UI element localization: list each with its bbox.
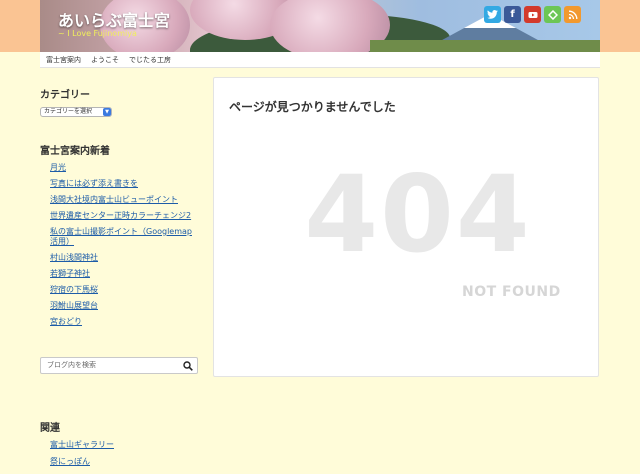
site-subtitle: ~ I Love Fujinomiya [58,29,137,38]
twitter-icon[interactable] [484,6,501,23]
category-heading: カテゴリー [40,90,90,101]
related-link[interactable]: 祭にっぽん [50,457,90,466]
recent-posts-list: 月光 写真には必ず添え書きを 浅間大社境内富士山ビューポイント 世界遺産センター… [50,163,200,333]
search-placeholder: ブログ内を検索 [47,361,96,369]
post-link[interactable]: 私の富士山撮影ポイント（Googlemap 活用） [50,227,192,246]
post-link[interactable]: 世界遺産センター正時カラーチェンジ2 [50,211,191,220]
list-item: 羽鮒山展望台 [50,301,200,311]
list-item: 世界遺産センター正時カラーチェンジ2 [50,211,200,221]
list-item: 写真には必ず添え書きを [50,179,200,189]
post-link[interactable]: 村山浅間神社 [50,253,98,262]
main-content: ページが見つかりませんでした 404 NOT FOUND [213,77,599,377]
field-graphic [370,40,600,52]
main-nav: 富士宮案内 ようこそ でじたる工房 [40,52,600,68]
facebook-icon[interactable]: f [504,6,521,23]
youtube-icon[interactable] [524,6,541,23]
list-item: 私の富士山撮影ポイント（Googlemap 活用） [50,227,200,247]
feedly-icon[interactable] [544,6,561,23]
category-select[interactable]: カテゴリーを選択 ▼ [40,107,112,117]
chevron-down-icon: ▼ [103,108,111,116]
related-heading: 関連 [40,423,60,434]
nav-item-digital-studio[interactable]: でじたる工房 [129,55,171,65]
post-link[interactable]: 狩宿の下馬桜 [50,285,98,294]
site-title[interactable]: あいらぶ富士宮 [58,7,170,31]
post-link[interactable]: 羽鮒山展望台 [50,301,98,310]
post-link[interactable]: 月光 [50,163,66,172]
recent-posts-heading: 富士宮案内新着 [40,146,110,157]
error-code: 404 [304,153,532,276]
related-links-list: 富士山ギャラリー 祭にっぽん [50,440,114,474]
list-item: 宮おどり [50,317,200,327]
related-link[interactable]: 富士山ギャラリー [50,440,114,449]
list-item: 若獅子神社 [50,269,200,279]
post-link[interactable]: 写真には必ず添え書きを [50,179,138,188]
nav-item-guide[interactable]: 富士宮案内 [46,55,81,65]
page-title: ページが見つかりませんでした [229,100,396,114]
social-links: f [484,6,581,23]
list-item: 村山浅間神社 [50,253,200,263]
list-item: 浅間大社境内富士山ビューポイント [50,195,200,205]
list-item: 月光 [50,163,200,173]
list-item: 祭にっぽん [50,457,114,467]
post-link[interactable]: 若獅子神社 [50,269,90,278]
category-select-value: カテゴリーを選択 [44,108,93,115]
list-item: 狩宿の下馬桜 [50,285,200,295]
nav-item-welcome[interactable]: ようこそ [91,55,119,65]
rss-icon[interactable] [564,6,581,23]
sidebar: カテゴリー [40,86,200,101]
post-link[interactable]: 宮おどり [50,317,82,326]
search-icon[interactable] [183,361,193,371]
post-link[interactable]: 浅間大社境内富士山ビューポイント [50,195,178,204]
error-message: NOT FOUND [462,284,561,300]
search-input[interactable]: ブログ内を検索 [40,357,198,374]
list-item: 富士山ギャラリー [50,440,114,450]
